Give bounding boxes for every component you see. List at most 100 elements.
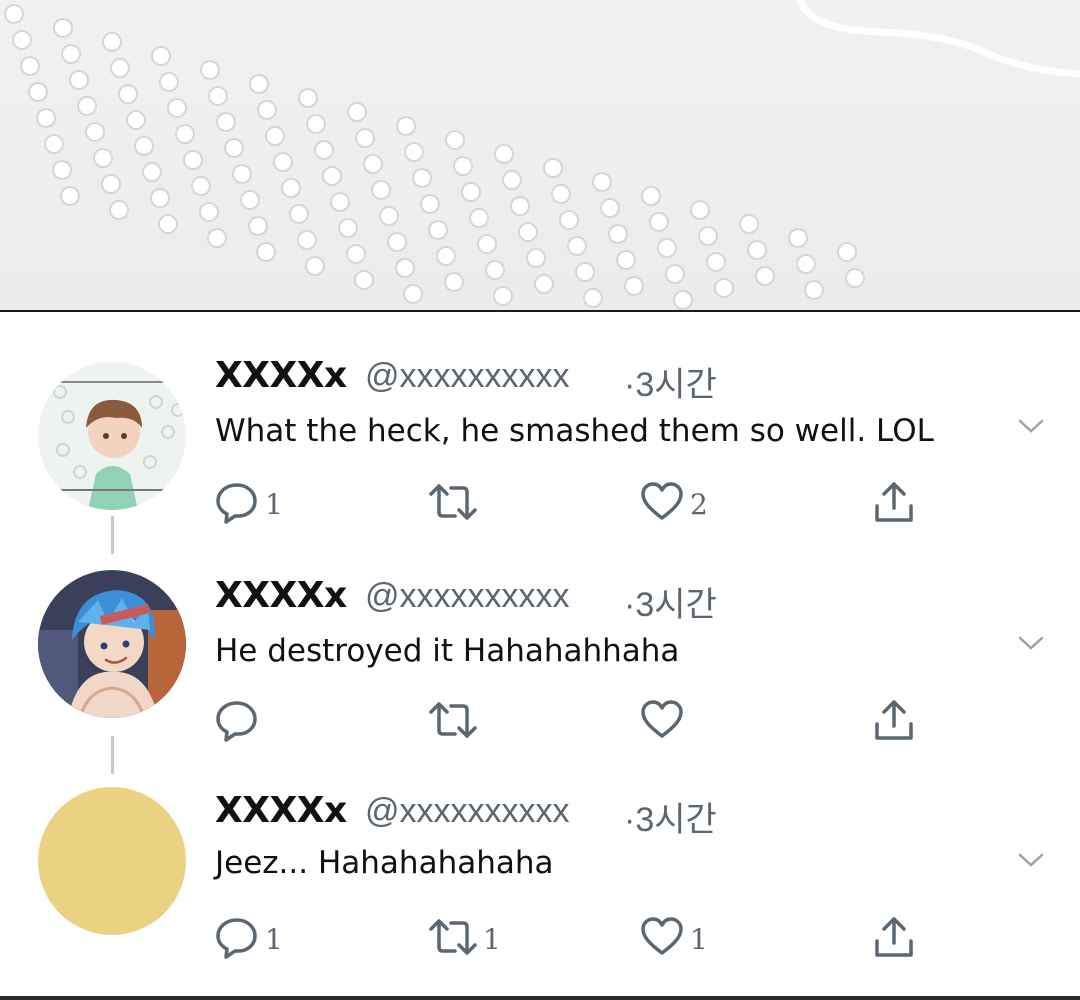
decorative-dot — [183, 150, 203, 170]
share-icon — [875, 482, 913, 522]
decorative-dot — [265, 126, 285, 146]
decorative-dot — [347, 102, 367, 122]
decorative-dot — [649, 212, 669, 232]
avatar[interactable] — [38, 570, 186, 718]
tweet-text: He destroyed it Hahahahhaha — [215, 633, 680, 669]
decorative-dot — [526, 248, 546, 268]
like-button[interactable]: 2 — [640, 480, 740, 526]
decorative-dot — [199, 202, 219, 222]
decorative-dot — [44, 134, 64, 154]
decorative-dot — [191, 176, 211, 196]
decorative-dot — [739, 214, 759, 234]
decorative-dot — [150, 188, 170, 208]
decorative-dot — [240, 190, 260, 210]
chevron-down-icon[interactable] — [1016, 633, 1046, 653]
tweet-text: What the heck, he smashed them so well. … — [215, 413, 934, 449]
decorative-dot — [305, 256, 325, 276]
share-icon — [875, 700, 913, 740]
user-handle[interactable]: @xxxxxxxxxx — [365, 792, 570, 831]
bottom-border — [0, 996, 1080, 1000]
tweet-1[interactable]: XXXXx @xxxxxxxxxx ·3시간 What the heck, he… — [0, 340, 1080, 555]
decorative-dot — [102, 32, 122, 52]
decorative-dot — [159, 72, 179, 92]
retweet-button[interactable]: 1 — [427, 915, 527, 961]
like-button[interactable] — [640, 698, 740, 744]
decorative-dot — [387, 232, 407, 252]
decorative-dot — [363, 154, 383, 174]
decorative-dot — [379, 206, 399, 226]
share-button[interactable] — [872, 915, 918, 961]
timestamp[interactable]: ·3시간 — [624, 792, 717, 841]
display-name[interactable]: XXXXx — [215, 790, 347, 831]
user-handle[interactable]: @xxxxxxxxxx — [365, 577, 570, 616]
decorative-dot — [518, 222, 538, 242]
decorative-dot — [657, 238, 677, 258]
decorative-dot — [118, 84, 138, 104]
user-handle[interactable]: @xxxxxxxxxx — [365, 357, 570, 396]
reply-button[interactable]: 1 — [215, 915, 315, 961]
decorative-dot — [28, 82, 48, 102]
decorative-dot — [461, 182, 481, 202]
heart-icon — [641, 482, 683, 520]
decorative-dot — [690, 200, 710, 220]
share-button[interactable] — [872, 698, 918, 744]
decorative-dot — [200, 60, 220, 80]
decorative-dot — [109, 200, 129, 220]
avatar[interactable] — [38, 362, 186, 510]
reply-button[interactable]: 1 — [215, 480, 315, 526]
like-button[interactable]: 1 — [640, 915, 740, 961]
decorative-dot — [395, 258, 415, 278]
decorative-dot — [804, 280, 824, 300]
decorative-dot — [36, 108, 56, 128]
decorative-dot — [207, 228, 227, 248]
decorative-dot — [134, 136, 154, 156]
decorative-dot — [485, 260, 505, 280]
decorative-dot — [256, 242, 276, 262]
reply-icon — [216, 483, 257, 524]
decorative-dot — [583, 288, 603, 308]
decorative-dot — [257, 100, 277, 120]
decorative-dot — [673, 290, 693, 310]
timestamp[interactable]: ·3시간 — [624, 577, 717, 626]
decorative-dot — [142, 162, 162, 182]
decorative-dot — [93, 148, 113, 168]
decorative-dot — [322, 166, 342, 186]
reply-icon — [216, 701, 257, 742]
decorative-dot — [216, 112, 236, 132]
decorative-dot — [494, 144, 514, 164]
decorative-dot — [796, 254, 816, 274]
reply-button[interactable] — [215, 698, 315, 744]
decorative-dot — [493, 286, 513, 306]
display-name[interactable]: XXXXx — [215, 575, 347, 616]
chevron-down-icon[interactable] — [1016, 416, 1046, 436]
decorative-dot — [714, 278, 734, 298]
decorative-dot — [52, 160, 72, 180]
display-name[interactable]: XXXXx — [215, 355, 347, 396]
share-button[interactable] — [872, 480, 918, 526]
reply-count: 1 — [265, 488, 283, 521]
decorative-dot — [110, 58, 130, 78]
tweet-3[interactable]: XXXXx @xxxxxxxxxx ·3시간 Jeez... Hahahahah… — [0, 775, 1080, 990]
decorative-dot — [698, 226, 718, 246]
decorative-dot — [297, 230, 317, 250]
decorative-dot — [4, 4, 24, 24]
decorative-dot — [665, 264, 685, 284]
decorative-dot — [444, 272, 464, 292]
decorative-dot — [436, 246, 456, 266]
retweet-button[interactable] — [427, 698, 527, 744]
plain-yellow-avatar[interactable] — [38, 787, 186, 935]
decorative-dot — [469, 208, 489, 228]
retweet-icon — [429, 919, 477, 955]
like-count: 2 — [690, 488, 708, 521]
decorative-dot — [453, 156, 473, 176]
tweet-2[interactable]: XXXXx @xxxxxxxxxx ·3시간 He destroyed it H… — [0, 560, 1080, 775]
timestamp[interactable]: ·3시간 — [624, 357, 717, 406]
decorative-dot — [306, 114, 326, 134]
decorative-dot — [502, 170, 522, 190]
retweet-button[interactable] — [427, 480, 527, 526]
decorative-dot — [420, 194, 440, 214]
decorative-dot — [534, 274, 554, 294]
decorative-dot — [248, 216, 268, 236]
decorative-dot — [755, 266, 775, 286]
chevron-down-icon[interactable] — [1016, 850, 1046, 870]
